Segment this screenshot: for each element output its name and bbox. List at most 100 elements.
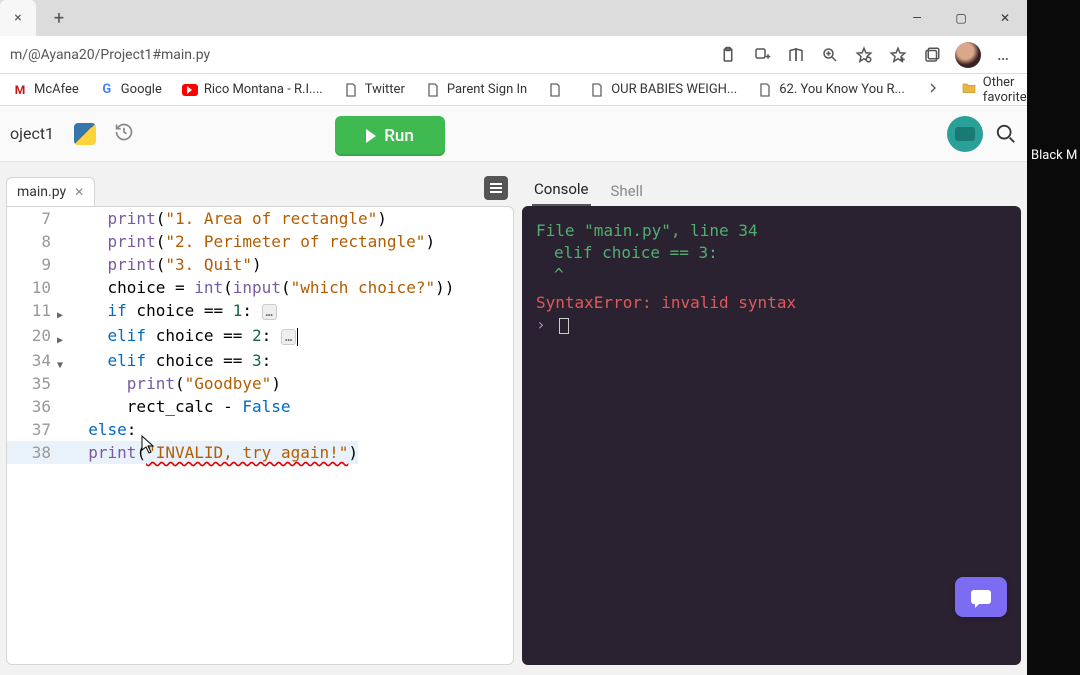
page-icon xyxy=(547,82,563,98)
project-name[interactable]: oject1 xyxy=(10,124,64,143)
code-content[interactable]: elif choice == 3: xyxy=(57,349,271,372)
fold-closed-icon[interactable]: ▶ xyxy=(57,329,63,352)
fold-open-icon[interactable]: ▼ xyxy=(57,354,63,377)
bookmark-youtube[interactable]: Rico Montana - R.I.... xyxy=(174,80,331,100)
line-number: 20▶ xyxy=(7,324,57,349)
code-content[interactable]: print("Goodbye") xyxy=(57,372,281,395)
code-content[interactable]: rect_calc - False xyxy=(57,395,291,418)
code-line[interactable]: 10 choice = int(input("which choice?")) xyxy=(7,276,513,299)
browser-tab[interactable]: × xyxy=(0,0,36,36)
bookmark-label: McAfee xyxy=(34,82,79,97)
app-toolbar: oject1 Run xyxy=(0,106,1027,162)
code-line[interactable]: 8 print("2. Perimeter of rectangle") xyxy=(7,230,513,253)
code-editor[interactable]: 7 print("1. Area of rectangle")8 print("… xyxy=(6,206,514,665)
clipboard-icon[interactable] xyxy=(711,39,745,71)
line-number: 10 xyxy=(7,276,57,299)
bookmark-mcafee[interactable]: M McAfee xyxy=(4,80,87,100)
close-file-icon[interactable]: ✕ xyxy=(74,185,84,199)
traceback-file-line: File "main.py", line 34 xyxy=(536,220,1007,242)
bookmark-you-know[interactable]: 62. You Know You R... xyxy=(749,80,913,100)
page-icon xyxy=(343,82,359,98)
youtube-icon xyxy=(182,82,198,98)
chat-button[interactable] xyxy=(955,577,1007,617)
favorite-star-icon[interactable] xyxy=(847,39,881,71)
bookmark-empty[interactable] xyxy=(539,80,577,100)
close-tab-icon[interactable]: × xyxy=(14,10,21,26)
bookmark-parent-signin[interactable]: Parent Sign In xyxy=(417,80,535,100)
run-label: Run xyxy=(384,126,414,146)
code-content[interactable]: if choice == 1: … xyxy=(57,299,277,324)
bookmark-our-babies[interactable]: OUR BABIES WEIGH... xyxy=(581,80,745,100)
participant-label: Black M xyxy=(1031,148,1077,163)
code-content[interactable]: choice = int(input("which choice?")) xyxy=(57,276,454,299)
code-line[interactable]: 11▶ if choice == 1: … xyxy=(7,299,513,324)
zoom-icon[interactable] xyxy=(813,39,847,71)
code-content[interactable]: elif choice == 2: … xyxy=(57,324,298,349)
chat-icon xyxy=(971,590,991,604)
more-menu-icon[interactable]: … xyxy=(987,39,1021,71)
code-line[interactable]: 34▼ elif choice == 3: xyxy=(7,349,513,372)
fold-closed-icon[interactable]: ▶ xyxy=(57,304,63,327)
line-number: 7 xyxy=(7,207,57,230)
google-icon: G xyxy=(99,82,115,98)
run-button[interactable]: Run xyxy=(335,116,445,156)
new-tab-button[interactable]: + xyxy=(44,3,74,33)
user-avatar[interactable] xyxy=(947,116,983,152)
bookmark-google[interactable]: G Google xyxy=(91,80,170,100)
bookmark-label: Twitter xyxy=(365,82,405,97)
code-line[interactable]: 9 print("3. Quit") xyxy=(7,253,513,276)
minimize-button[interactable]: — xyxy=(895,0,939,36)
sidebar-toggle-icon[interactable] xyxy=(484,176,508,200)
history-icon[interactable] xyxy=(114,122,134,146)
bookmark-label: Parent Sign In xyxy=(447,82,527,97)
code-line[interactable]: 35 print("Goodbye") xyxy=(7,372,513,395)
code-line[interactable]: 7 print("1. Area of rectangle") xyxy=(7,207,513,230)
prompt-symbol: › xyxy=(536,315,555,334)
bookmark-label: OUR BABIES WEIGH... xyxy=(611,82,737,97)
code-line[interactable]: 38 print("INVALID, try again!") xyxy=(7,441,513,464)
bookmarks-overflow[interactable] xyxy=(917,80,949,100)
code-line[interactable]: 36 rect_calc - False xyxy=(7,395,513,418)
tab-console[interactable]: Console xyxy=(532,174,591,206)
traceback-code-line: elif choice == 3: xyxy=(536,242,1007,264)
page-icon xyxy=(425,82,441,98)
page-icon xyxy=(589,82,605,98)
code-content[interactable]: print("2. Perimeter of rectangle") xyxy=(57,230,435,253)
console-tab-bar: Console Shell xyxy=(522,172,1021,206)
search-icon[interactable] xyxy=(995,123,1017,145)
profile-avatar[interactable] xyxy=(955,42,981,68)
file-tab-mainpy[interactable]: main.py ✕ xyxy=(6,177,95,206)
file-tab-label: main.py xyxy=(17,184,66,200)
line-number: 8 xyxy=(7,230,57,253)
traceback-caret-line: ^ xyxy=(536,264,1007,286)
maximize-button[interactable]: ▢ xyxy=(939,0,983,36)
python-icon[interactable] xyxy=(74,123,96,145)
tab-shell[interactable]: Shell xyxy=(609,176,645,206)
folder-icon xyxy=(961,80,977,100)
address-bar[interactable]: m/@Ayana20/Project1#main.py xyxy=(6,47,210,63)
code-line[interactable]: 37 else: xyxy=(7,418,513,441)
close-window-button[interactable]: ✕ xyxy=(983,0,1027,36)
extensions-add-icon[interactable] xyxy=(745,39,779,71)
chevron-right-icon xyxy=(925,80,941,96)
file-tab-bar: main.py ✕ xyxy=(6,172,514,206)
code-content[interactable]: print("1. Area of rectangle") xyxy=(57,207,387,230)
bookmark-label: Google xyxy=(121,82,162,97)
collections-star-icon[interactable] xyxy=(881,39,915,71)
line-number: 36 xyxy=(7,395,57,418)
reader-icon[interactable] xyxy=(779,39,813,71)
address-row: m/@Ayana20/Project1#main.py … xyxy=(0,36,1027,74)
other-favorites[interactable]: Other favorites xyxy=(953,74,1027,106)
code-content[interactable]: else: xyxy=(57,418,136,441)
code-line[interactable]: 20▶ elif choice == 2: … xyxy=(7,324,513,349)
line-number: 34▼ xyxy=(7,349,57,372)
main-split: main.py ✕ 7 print("1. Area of rectangle"… xyxy=(0,162,1027,675)
prompt-line: › xyxy=(536,314,1007,336)
code-content[interactable]: print("INVALID, try again!") xyxy=(57,441,358,464)
code-content[interactable]: print("3. Quit") xyxy=(57,253,262,276)
line-number: 11▶ xyxy=(7,299,57,324)
collections-icon[interactable] xyxy=(915,39,949,71)
console-output[interactable]: File "main.py", line 34 elif choice == 3… xyxy=(522,206,1021,665)
bookmark-twitter[interactable]: Twitter xyxy=(335,80,413,100)
mcafee-icon: M xyxy=(12,82,28,98)
